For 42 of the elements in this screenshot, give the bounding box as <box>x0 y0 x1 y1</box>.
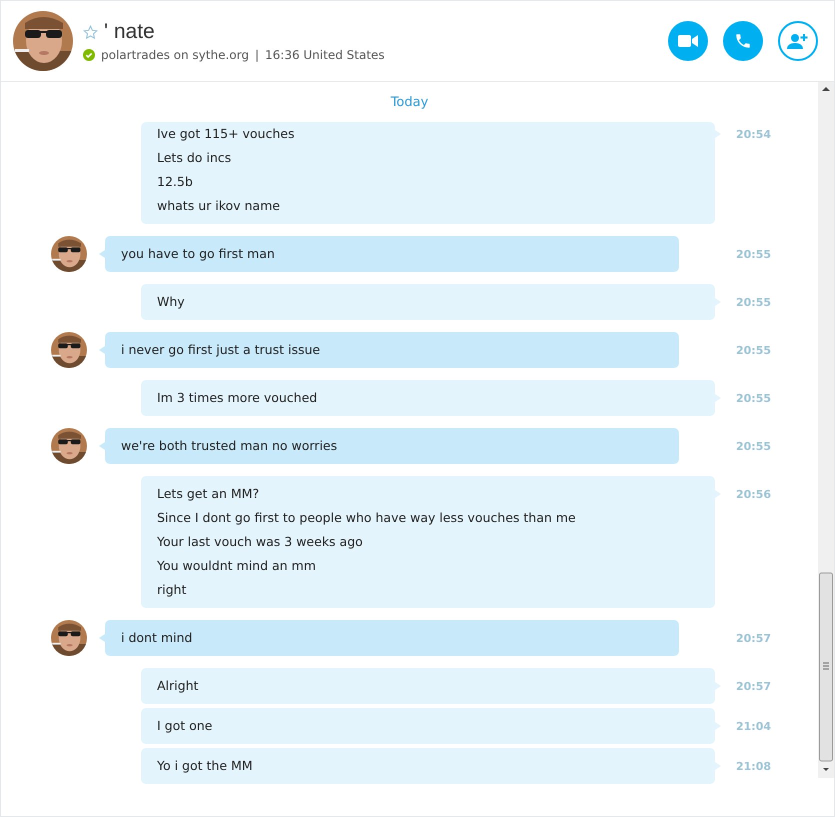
message-text: i dont mind <box>121 629 194 647</box>
day-divider: Today <box>390 94 428 110</box>
scrollbar[interactable] <box>818 82 834 778</box>
message-time: 20:56 <box>736 488 772 501</box>
add-contact-button[interactable] <box>778 21 818 61</box>
message-text: Yo i got the MM <box>157 757 254 775</box>
message-text: 12.5b <box>157 173 194 191</box>
message-text: Lets do incs <box>157 149 232 167</box>
message-time: 20:57 <box>736 680 772 693</box>
message-text: Why <box>157 293 186 311</box>
message-time: 20:55 <box>736 344 772 357</box>
message-text: Lets get an MM? <box>157 485 260 503</box>
message-text: Alright <box>157 677 200 695</box>
message-time: 21:04 <box>736 720 772 733</box>
message-text: right <box>157 581 188 599</box>
phone-icon <box>734 32 752 50</box>
separator: | <box>254 48 259 62</box>
video-call-button[interactable] <box>668 21 708 61</box>
add-person-icon <box>787 32 809 50</box>
message-text: whats ur ikov name <box>157 197 281 215</box>
message-time: 20:55 <box>736 392 772 405</box>
message-text: i never go first just a trust issue <box>121 341 322 359</box>
contact-local-info: 16:36 United States <box>265 48 385 62</box>
call-button[interactable] <box>723 21 763 61</box>
contact-name: ' nate <box>104 20 155 44</box>
message-time: 20:57 <box>736 632 772 645</box>
message-text: you have to go first man <box>121 245 276 263</box>
message-time: 21:08 <box>736 760 772 773</box>
message-text: Im 3 times more vouched <box>157 389 318 407</box>
message-text: You wouldnt mind an mm <box>157 557 317 575</box>
video-camera-icon <box>678 34 698 48</box>
message-time: 20:55 <box>736 296 772 309</box>
message-text: we're both trusted man no worries <box>121 437 338 455</box>
message-text: Your last vouch was 3 weeks ago <box>157 533 364 551</box>
message-text: Since I dont go first to people who have way less vouches than me <box>157 509 577 527</box>
message-time: 20:54 <box>736 128 772 141</box>
contact-mood: polartrades on sythe.org <box>101 48 249 62</box>
message-time: 20:55 <box>736 440 772 453</box>
message-text: I got one <box>157 717 214 735</box>
star-icon[interactable] <box>83 24 98 40</box>
message-text: Ive got 115+ vouches <box>157 125 296 143</box>
message-time: 20:55 <box>736 248 772 261</box>
